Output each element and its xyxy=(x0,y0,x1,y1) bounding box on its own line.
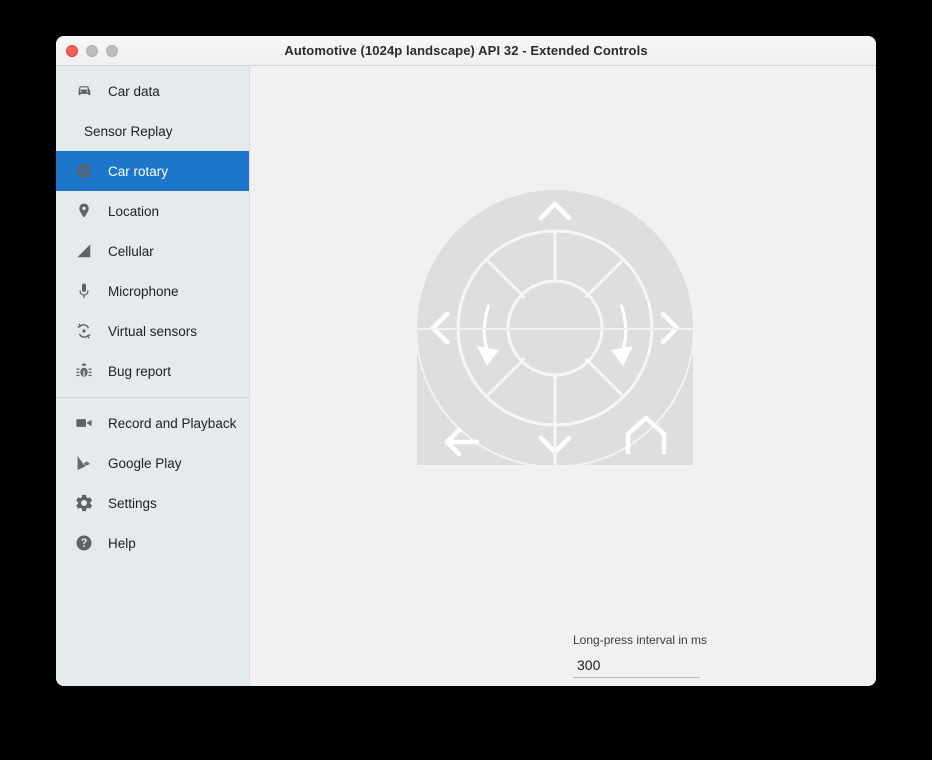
sidebar-item-sensor-replay[interactable]: Sensor Replay xyxy=(56,111,249,151)
bug-icon xyxy=(74,361,94,381)
close-button[interactable] xyxy=(66,45,78,57)
sidebar-item-label: Car rotary xyxy=(108,164,168,179)
sidebar-divider xyxy=(56,397,249,398)
video-camera-icon xyxy=(74,413,94,433)
extended-controls-window: Automotive (1024p landscape) API 32 - Ex… xyxy=(56,36,876,686)
sidebar-item-label: Virtual sensors xyxy=(108,324,197,339)
window-titlebar: Automotive (1024p landscape) API 32 - Ex… xyxy=(56,36,876,66)
sidebar-item-car-data[interactable]: Car data xyxy=(56,71,249,111)
sidebar-item-label: Settings xyxy=(108,496,157,511)
sidebar-item-label: Record and Playback xyxy=(108,416,236,431)
minimize-button[interactable] xyxy=(86,45,98,57)
sidebar-item-label: Microphone xyxy=(108,284,179,299)
window-title: Automotive (1024p landscape) API 32 - Ex… xyxy=(56,43,876,58)
long-press-interval-group: Long-press interval in ms xyxy=(573,633,703,678)
sidebar-item-label: Bug report xyxy=(108,364,171,379)
sidebar-item-record-and-playback[interactable]: Record and Playback xyxy=(56,403,249,443)
sidebar-item-label: Help xyxy=(108,536,136,551)
sidebar-item-settings[interactable]: Settings xyxy=(56,483,249,523)
main-panel: Long-press interval in ms xyxy=(250,66,876,686)
help-circle-icon xyxy=(74,533,94,553)
sidebar: Car data Sensor Replay xyxy=(56,66,250,686)
long-press-interval-label: Long-press interval in ms xyxy=(573,633,703,647)
car-rotary-control[interactable] xyxy=(415,178,695,467)
gear-icon xyxy=(74,493,94,513)
sidebar-item-label: Cellular xyxy=(108,244,154,259)
sidebar-item-help[interactable]: Help xyxy=(56,523,249,563)
screen: Automotive (1024p landscape) API 32 - Ex… xyxy=(0,0,932,760)
sidebar-item-virtual-sensors[interactable]: Virtual sensors xyxy=(56,311,249,351)
cellular-signal-icon xyxy=(74,241,94,261)
sidebar-item-google-play[interactable]: Google Play xyxy=(56,443,249,483)
sidebar-item-bug-report[interactable]: Bug report xyxy=(56,351,249,391)
sidebar-item-label: Google Play xyxy=(108,456,182,471)
microphone-icon xyxy=(74,281,94,301)
car-icon xyxy=(74,81,94,101)
sidebar-item-label: Car data xyxy=(108,84,160,99)
traffic-light-group xyxy=(66,36,118,66)
sidebar-item-car-rotary[interactable]: Car rotary xyxy=(56,151,249,191)
sidebar-item-location[interactable]: Location xyxy=(56,191,249,231)
sidebar-item-cellular[interactable]: Cellular xyxy=(56,231,249,271)
google-play-icon xyxy=(74,453,94,473)
maximize-button[interactable] xyxy=(106,45,118,57)
sidebar-item-microphone[interactable]: Microphone xyxy=(56,271,249,311)
window-body: Car data Sensor Replay xyxy=(56,66,876,686)
location-pin-icon xyxy=(74,201,94,221)
long-press-interval-input[interactable] xyxy=(573,655,700,678)
virtual-sensors-icon xyxy=(74,321,94,341)
sidebar-item-label: Sensor Replay xyxy=(84,124,173,139)
sidebar-item-label: Location xyxy=(108,204,159,219)
rotary-icon xyxy=(74,161,94,181)
